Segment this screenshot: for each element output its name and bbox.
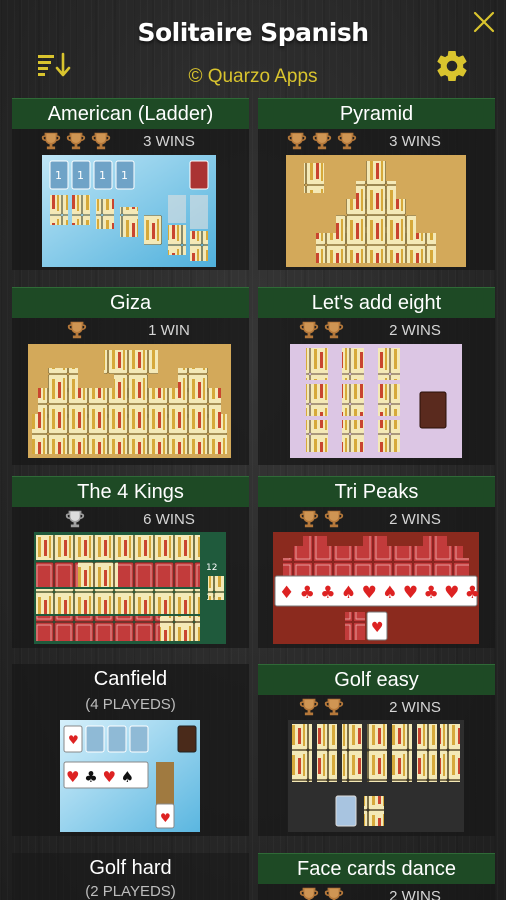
- app-title: Solitaire Spanish: [137, 18, 369, 47]
- game-title: Pyramid: [258, 98, 495, 129]
- game-card-the-4-kings[interactable]: The 4 Kings 6 WINS 12 12: [12, 476, 249, 648]
- trophy-icon: [40, 130, 62, 152]
- trophy-icon: [64, 508, 86, 530]
- game-thumbnail: 1 1 1 1: [42, 155, 216, 267]
- game-card-face-cards-dance[interactable]: Face cards dance 2 WINS: [258, 853, 495, 900]
- trophy-icon: [298, 885, 320, 900]
- svg-text:1: 1: [99, 169, 106, 182]
- game-stat: 2 WINS: [389, 322, 441, 339]
- svg-text:♥: ♥: [371, 620, 384, 636]
- trophy-icon: [298, 508, 320, 530]
- close-icon[interactable]: [472, 10, 496, 34]
- trophy-icon: [323, 885, 345, 900]
- game-title: The 4 Kings: [12, 476, 249, 507]
- game-stat: 2 WINS: [389, 699, 441, 716]
- trophy-icon: [298, 696, 320, 718]
- game-stat: 6 WINS: [143, 511, 195, 528]
- game-card-american-ladder[interactable]: American (Ladder) 3 WINS 1 1 1 1: [12, 98, 249, 270]
- game-thumbnail: 12 12: [34, 532, 226, 644]
- game-thumbnail: [286, 155, 466, 267]
- svg-text:♥ ♣ ♥ ♠: ♥ ♣ ♥ ♠: [66, 768, 134, 786]
- svg-text:♥: ♥: [160, 811, 171, 825]
- trophy-icon: [66, 319, 88, 341]
- svg-text:1: 1: [77, 169, 84, 182]
- game-stat: 2 WINS: [389, 511, 441, 528]
- header: Solitaire Spanish © Quarzo Apps: [0, 0, 506, 96]
- svg-text:1: 1: [121, 169, 128, 182]
- trophy-icon: [311, 130, 333, 152]
- game-thumbnail: ♦ ♣ ♣ ♠ ♥ ♠ ♥ ♣ ♥ ♣ ♦ ♥: [273, 532, 479, 644]
- game-card-pyramid[interactable]: Pyramid 3 WINS: [258, 98, 495, 270]
- game-title: Golf hard: [89, 857, 172, 879]
- game-stat: 3 WINS: [143, 133, 195, 150]
- game-thumbnail: [288, 720, 464, 832]
- game-title: Golf easy: [258, 664, 495, 695]
- gear-icon[interactable]: [434, 48, 470, 84]
- sort-icon[interactable]: [38, 52, 72, 80]
- game-title: Giza: [12, 287, 249, 318]
- game-thumbnail: [28, 344, 231, 458]
- trophy-icon: [65, 130, 87, 152]
- game-card-golf-hard[interactable]: Golf hard (2 PLAYEDS): [12, 853, 249, 900]
- game-stat: (4 PLAYEDS): [85, 696, 176, 713]
- game-card-tri-peaks[interactable]: Tri Peaks 2 WINS ♦ ♣ ♣ ♠ ♥ ♠ ♥ ♣ ♥ ♣ ♦ ♥: [258, 476, 495, 648]
- game-stat: 2 WINS: [389, 888, 441, 900]
- svg-text:1: 1: [55, 169, 62, 182]
- game-card-giza[interactable]: Giza 1 WIN: [12, 287, 249, 465]
- svg-text:12: 12: [206, 563, 217, 573]
- game-card-lets-add-eight[interactable]: Let's add eight 2 WINS: [258, 287, 495, 465]
- trophy-icon: [298, 319, 320, 341]
- game-title: American (Ladder): [12, 98, 249, 129]
- game-stat: (2 PLAYEDS): [85, 883, 176, 900]
- svg-text:♥: ♥: [68, 733, 79, 747]
- trophy-icon: [323, 319, 345, 341]
- game-thumbnail: [290, 344, 462, 458]
- game-title: Face cards dance: [258, 853, 495, 884]
- game-thumbnail: ♥ ♥ ♣ ♥ ♠ ♥: [60, 720, 200, 832]
- trophy-icon: [323, 508, 345, 530]
- trophy-icon: [323, 696, 345, 718]
- game-title: Let's add eight: [258, 287, 495, 318]
- game-title: Canfield: [93, 668, 168, 690]
- app-subtitle: © Quarzo Apps: [188, 66, 318, 87]
- game-stat: 1 WIN: [148, 322, 190, 339]
- game-card-golf-easy[interactable]: Golf easy 2 WINS: [258, 664, 495, 836]
- svg-text:♦ ♣ ♣ ♠ ♥ ♠ ♥ ♣ ♥ ♣ ♦: ♦ ♣ ♣ ♠ ♥ ♠ ♥ ♣ ♥ ♣ ♦: [279, 583, 479, 603]
- game-card-canfield[interactable]: Canfield (4 PLAYEDS) ♥ ♥ ♣ ♥ ♠ ♥: [12, 664, 249, 836]
- trophy-icon: [286, 130, 308, 152]
- game-stat: 3 WINS: [389, 133, 441, 150]
- game-title: Tri Peaks: [258, 476, 495, 507]
